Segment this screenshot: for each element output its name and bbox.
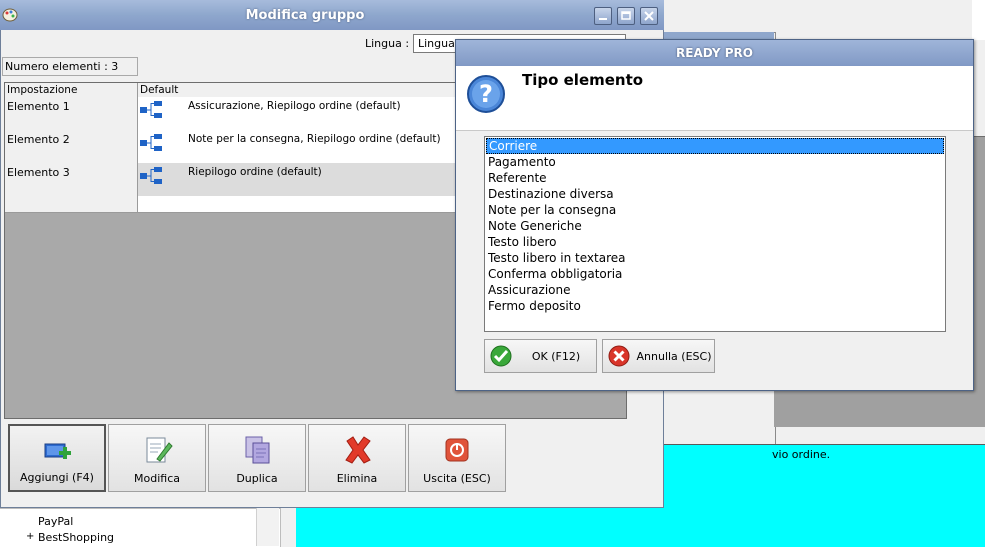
hierarchy-icon <box>140 167 162 184</box>
list-item[interactable]: Pagamento <box>486 154 944 170</box>
maximize-icon <box>621 11 631 20</box>
table-row-new[interactable] <box>5 196 463 213</box>
toolbar: Aggiungi (F4) Modifica Duplica Elimina U… <box>4 424 508 496</box>
column-default[interactable]: Default <box>138 83 463 97</box>
lingua-label: Lingua : <box>365 37 410 50</box>
row-name: Elemento 2 <box>5 130 138 163</box>
delete-x-icon <box>345 436 371 464</box>
question-icon: ? <box>467 75 505 113</box>
duplicate-button-label: Duplica <box>236 472 278 485</box>
duplicate-button[interactable]: Duplica <box>208 424 306 492</box>
exit-button-label: Uscita (ESC) <box>423 472 491 485</box>
minimize-button[interactable] <box>594 7 612 25</box>
hierarchy-icon <box>140 101 162 118</box>
add-button[interactable]: Aggiungi (F4) <box>8 424 106 492</box>
row-default-cell[interactable]: Note per la consegna, Riepilogo ordine (… <box>138 130 463 163</box>
numero-elementi: Numero elementi : 3 <box>2 57 138 76</box>
table-row[interactable]: Elemento 3 Riepilogo ordine (default) <box>5 163 463 197</box>
row-default-cell[interactable]: Riepilogo ordine (default) <box>138 163 463 196</box>
close-icon <box>644 11 654 21</box>
column-impostazione[interactable]: Impostazione <box>5 83 138 97</box>
checkmark-icon <box>490 345 512 367</box>
minimize-icon <box>599 18 607 20</box>
tipo-elemento-list[interactable]: Corriere Pagamento Referente Destinazion… <box>484 136 946 332</box>
background-strip <box>972 0 985 40</box>
close-button[interactable] <box>640 7 658 25</box>
row-default-cell[interactable]: Assicurazione, Riepilogo ordine (default… <box>138 97 463 130</box>
cancel-button[interactable]: Annulla (ESC) <box>602 339 715 373</box>
tree-scrollbar[interactable] <box>256 508 279 546</box>
list-item[interactable]: Conferma obbligatoria <box>486 266 944 282</box>
window-title: Modifica gruppo <box>245 8 365 23</box>
row-value: Assicurazione, Riepilogo ordine (default… <box>188 100 401 112</box>
ok-button-label: OK (F12) <box>531 350 581 363</box>
list-item[interactable]: Note Generiche <box>486 218 944 234</box>
edit-icon <box>146 437 173 463</box>
ok-button[interactable]: OK (F12) <box>484 339 597 373</box>
row-value: Riepilogo ordine (default) <box>188 166 322 178</box>
notes-panel-text: vio ordine. <box>772 448 831 461</box>
maximize-button[interactable] <box>617 7 635 25</box>
exit-button[interactable]: Uscita (ESC) <box>408 424 506 492</box>
grid-header: Impostazione Default <box>5 83 463 98</box>
dialog-heading: Tipo elemento <box>522 71 644 89</box>
tree-item-bestshopping[interactable]: BestShopping <box>38 531 114 544</box>
power-icon <box>445 438 469 462</box>
duplicate-icon <box>245 436 270 464</box>
add-icon <box>44 443 71 459</box>
row-name: Elemento 1 <box>5 97 138 130</box>
list-item[interactable]: Note per la consegna <box>486 202 944 218</box>
table-row[interactable]: Elemento 2 Note per la consegna, Riepilo… <box>5 130 463 164</box>
list-item[interactable]: Destinazione diversa <box>486 186 944 202</box>
svg-text:?: ? <box>479 80 493 108</box>
list-item[interactable]: Assicurazione <box>486 282 944 298</box>
cancel-button-label: Annulla (ESC) <box>636 350 712 363</box>
tree-expand-icon[interactable]: + <box>26 531 34 542</box>
hierarchy-icon <box>140 134 162 151</box>
row-new-name <box>5 196 138 212</box>
list-item[interactable]: Testo libero <box>486 234 944 250</box>
delete-button[interactable]: Elimina <box>308 424 406 492</box>
row-value: Note per la consegna, Riepilogo ordine (… <box>188 133 441 145</box>
tree-item-paypal[interactable]: PayPal <box>38 515 73 528</box>
tree-view[interactable]: PayPal + BestShopping <box>0 508 281 547</box>
delete-button-label: Elimina <box>336 472 378 485</box>
table-row[interactable]: Elemento 1 Assicurazione, Riepilogo ordi… <box>5 97 463 131</box>
list-item[interactable]: Referente <box>486 170 944 186</box>
edit-button-label: Modifica <box>134 472 180 485</box>
cancel-icon <box>608 345 630 367</box>
list-item[interactable]: Corriere <box>486 138 944 154</box>
list-item[interactable]: Testo libero in textarea <box>486 250 944 266</box>
edit-button[interactable]: Modifica <box>108 424 206 492</box>
row-name: Elemento 3 <box>5 163 138 196</box>
dialog-title: READY PRO <box>676 46 753 60</box>
list-item[interactable]: Fermo deposito <box>486 298 944 314</box>
add-button-label: Aggiungi (F4) <box>20 471 94 484</box>
